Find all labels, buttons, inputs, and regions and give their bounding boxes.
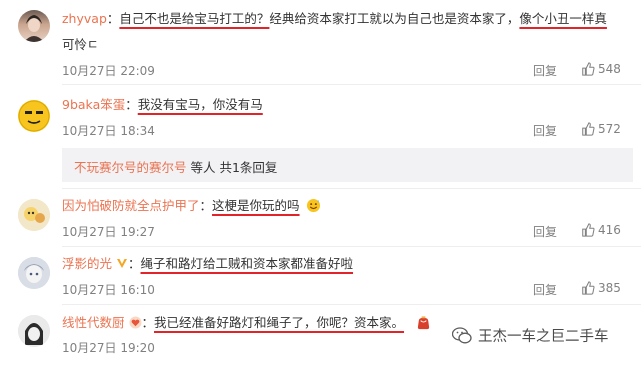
avatar[interactable] xyxy=(18,100,50,132)
comment-text-highlight: 像个小丑一样真 xyxy=(519,11,607,26)
anime-avatar-icon xyxy=(18,257,50,289)
comment-text-highlight: 这梗是你玩的吗 xyxy=(212,198,300,213)
avatar-photo-icon xyxy=(24,15,44,42)
timestamp: 10月27日 22:09 xyxy=(62,64,155,78)
divider xyxy=(62,246,641,247)
avatar[interactable] xyxy=(18,257,50,289)
sketch-avatar-icon xyxy=(18,315,50,347)
like-count: 572 xyxy=(598,122,621,136)
comment-text-continued: 可怜 xyxy=(62,37,88,52)
cartoon-avatar-icon xyxy=(18,199,50,231)
thumbs-up-icon xyxy=(582,62,595,76)
avatar[interactable] xyxy=(18,199,50,231)
reply-summary-user[interactable]: 不玩赛尔号的赛尔号 xyxy=(74,160,187,175)
bag-emoji xyxy=(417,316,430,330)
like-count: 416 xyxy=(598,223,621,237)
like-button[interactable]: 416 xyxy=(581,223,621,237)
reply-summary[interactable]: 不玩赛尔号的赛尔号 等人 共1条回复 xyxy=(62,148,633,182)
reply-button[interactable]: 回复 xyxy=(533,223,557,240)
divider xyxy=(62,84,641,85)
watermark-text: 王杰一车之巨二手车 xyxy=(478,329,609,345)
divider xyxy=(62,188,641,189)
verified-v-badge xyxy=(117,259,127,268)
timestamp: 10月27日 19:27 xyxy=(62,225,155,239)
divider xyxy=(62,304,641,305)
comment-text-highlight: 我没有宝马，你没有马 xyxy=(137,97,263,112)
like-count: 385 xyxy=(598,281,621,295)
like-button[interactable]: 548 xyxy=(581,62,621,76)
timestamp: 10月27日 16:10 xyxy=(62,283,155,297)
username[interactable]: 浮影的光 xyxy=(62,256,112,271)
username[interactable]: zhyvap xyxy=(62,11,107,26)
username[interactable]: 线性代数厨 xyxy=(62,315,125,330)
comment-text-highlight: 绳子和路灯给工贼和资本家都准备好啦 xyxy=(140,256,354,271)
timestamp: 10月27日 19:20 xyxy=(62,341,155,355)
wechat-logo-icon xyxy=(452,327,472,344)
thumbs-up-icon xyxy=(582,223,595,237)
comment-text: 经典给资本家打工就以为自己也是资本家了， xyxy=(269,11,520,26)
username[interactable]: 因为怕破防就全点护甲了 xyxy=(62,198,200,213)
like-button[interactable]: 572 xyxy=(581,122,621,136)
smiley-avatar-icon xyxy=(18,100,50,132)
thumbs-up-icon xyxy=(582,122,595,136)
watermark: 王杰一车之巨二手车 xyxy=(452,325,609,346)
comment-text-highlight: 我已经准备好路灯和绳子了，你呢？资本家。 xyxy=(154,315,405,330)
timestamp: 10月27日 18:34 xyxy=(62,124,155,138)
sweat-smile-emoji xyxy=(306,198,320,213)
comment-text-highlight: 自己不也是给宝马打工的？ xyxy=(119,11,270,26)
reply-button[interactable]: 回复 xyxy=(533,122,557,139)
avatar[interactable] xyxy=(18,315,50,347)
like-count: 548 xyxy=(598,62,621,76)
username[interactable]: 9baka笨蛋 xyxy=(62,97,125,112)
reply-button[interactable]: 回复 xyxy=(533,62,557,79)
reply-button[interactable]: 回复 xyxy=(533,281,557,298)
avatar[interactable] xyxy=(18,10,50,42)
heart-badge-icon xyxy=(128,316,142,329)
reply-summary-count: 等人 共1条回复 xyxy=(190,160,278,175)
like-button[interactable]: 385 xyxy=(581,281,621,295)
thumbs-up-icon xyxy=(582,281,595,295)
